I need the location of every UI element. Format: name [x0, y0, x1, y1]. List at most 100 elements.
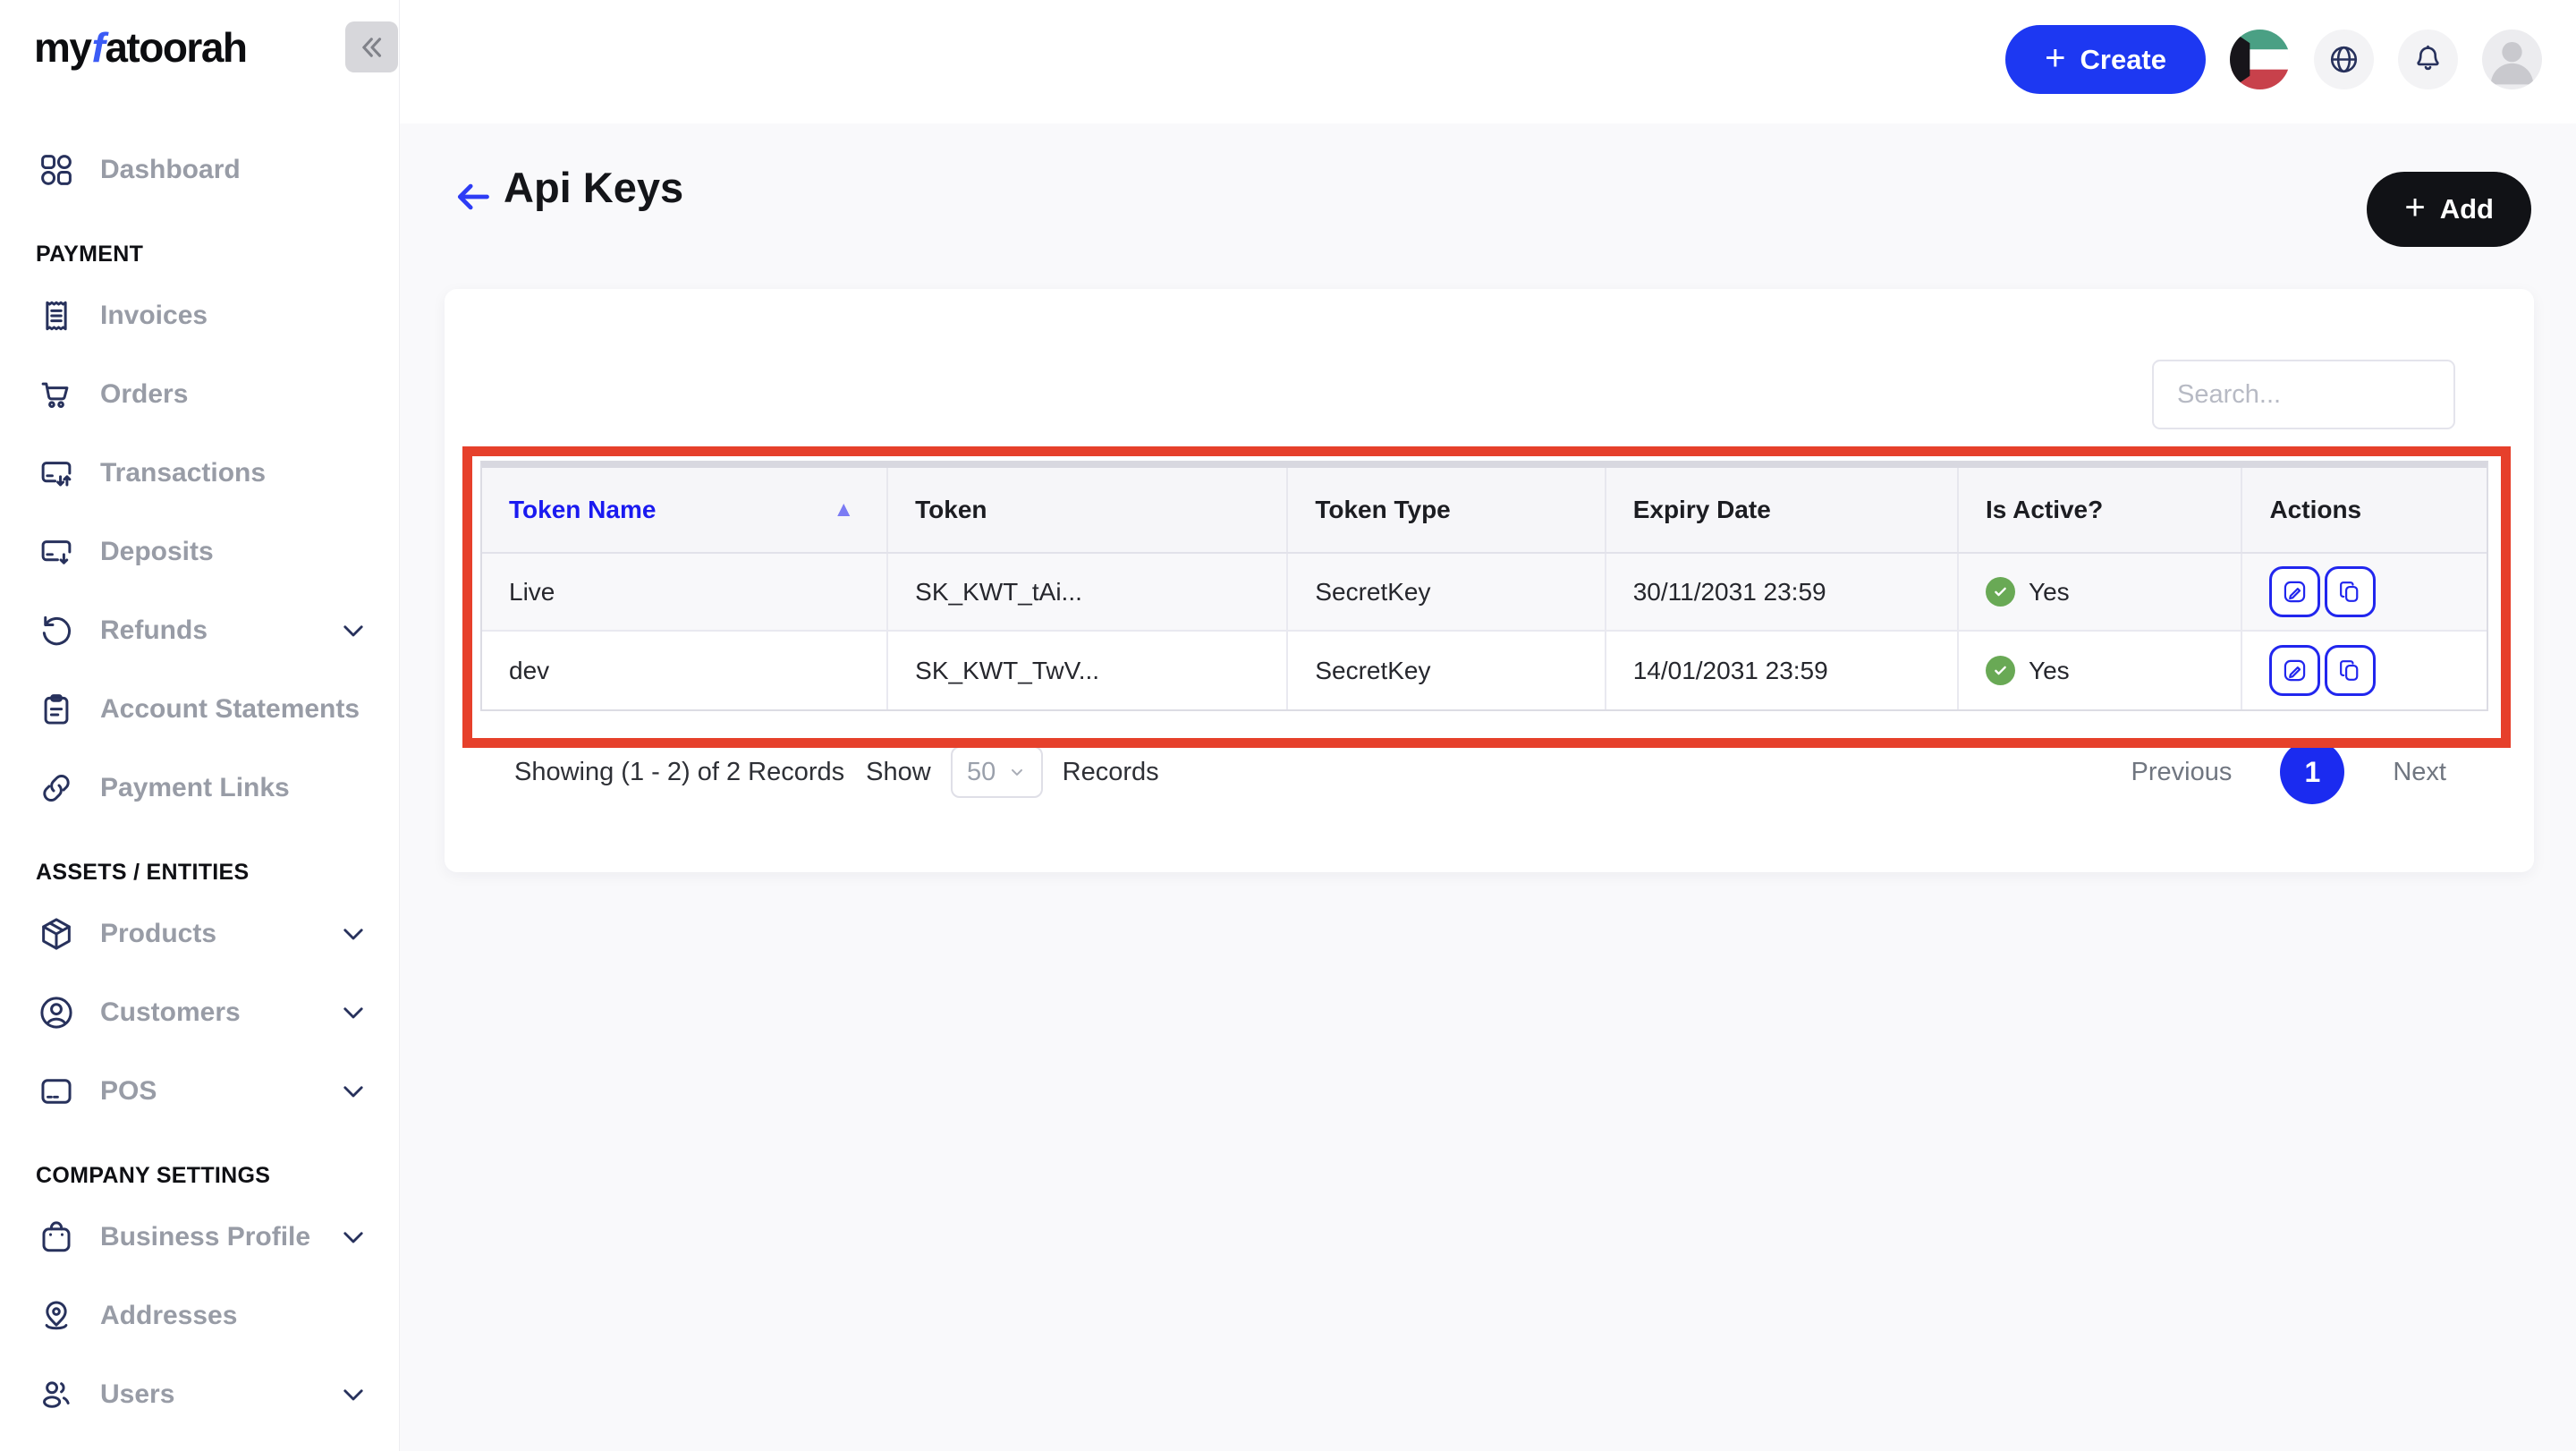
sidebar-item-label: Dashboard	[100, 155, 241, 184]
is-active-cell: Yes	[1959, 632, 2243, 709]
chevron-down-icon	[338, 615, 369, 646]
sidebar-item-business-profile[interactable]: Business Profile	[0, 1198, 399, 1277]
previous-page-button[interactable]: Previous	[2131, 758, 2233, 787]
page-size-value: 50	[967, 757, 996, 786]
sidebar-item-invoices[interactable]: Invoices	[0, 276, 399, 355]
column-header-label: Expiry Date	[1632, 496, 1771, 523]
users-icon	[38, 1376, 75, 1413]
column-header-is-active[interactable]: Is Active?	[1959, 468, 2243, 552]
chevron-down-icon	[338, 997, 369, 1028]
sidebar-item-orders[interactable]: Orders	[0, 355, 399, 434]
transactions-icon	[38, 454, 75, 492]
sidebar-item-label: POS	[100, 1076, 157, 1106]
table-header-row: Token Name ▲ Token Token Type Expiry Date Is …	[482, 468, 2487, 554]
table-row-dev: dev SK_KWT_TwV... SecretKey 14/01/2031 23:5…	[482, 632, 2487, 709]
copy-icon	[2336, 657, 2364, 684]
column-header-actions[interactable]: Actions	[2242, 468, 2487, 552]
token-cell: SK_KWT_TwV...	[888, 632, 1289, 709]
products-icon	[38, 915, 75, 953]
sidebar-section-payment: PAYMENT	[36, 242, 144, 267]
copy-button[interactable]	[2325, 566, 2377, 617]
sidebar-item-customers[interactable]: Customers	[0, 973, 399, 1052]
refunds-icon	[38, 612, 75, 649]
addresses-icon	[38, 1297, 75, 1335]
sidebar-collapse-button[interactable]	[345, 21, 398, 72]
sidebar-item-transactions[interactable]: Transactions	[0, 434, 399, 513]
kuwait-flag-icon	[2230, 30, 2290, 89]
copy-button[interactable]	[2325, 645, 2377, 696]
topbar: + Create	[400, 0, 2576, 123]
chevron-down-icon	[1008, 763, 1026, 781]
sidebar-item-products[interactable]: Products	[0, 895, 399, 973]
edit-button[interactable]	[2269, 566, 2321, 617]
bell-icon	[2411, 43, 2445, 76]
sidebar-section-assets-entities: ASSETS / ENTITIES	[36, 860, 250, 885]
sort-ascending-icon: ▲	[833, 497, 855, 522]
api-keys-table: Token Name ▲ Token Token Type Expiry Date Is …	[480, 461, 2488, 711]
column-header-label: Is Active?	[1986, 496, 2104, 523]
add-button[interactable]: + Add	[2367, 172, 2531, 247]
edit-button[interactable]	[2269, 645, 2321, 696]
brand-logo: myfatoorah	[34, 23, 248, 72]
next-page-button[interactable]: Next	[2393, 758, 2446, 787]
notifications-button[interactable]	[2398, 30, 2458, 89]
sidebar-item-label: Customers	[100, 997, 241, 1027]
column-header-token[interactable]: Token	[888, 468, 1289, 552]
sidebar-item-dashboard[interactable]: Dashboard	[0, 131, 399, 209]
profile-avatar-button[interactable]	[2482, 30, 2542, 89]
sidebar-item-label: Business Profile	[100, 1222, 311, 1252]
sidebar-item-refunds[interactable]: Refunds	[0, 591, 399, 670]
pos-icon	[38, 1073, 75, 1110]
chevron-down-icon	[338, 1379, 369, 1410]
main-content: Api Keys + Add Token Name ▲ Token Token Typ…	[400, 123, 2576, 1451]
avatar-icon	[2482, 30, 2542, 89]
globe-icon	[2327, 43, 2360, 76]
active-check-icon	[1986, 577, 2015, 607]
create-button[interactable]: + Create	[2005, 25, 2206, 94]
is-active-cell: Yes	[1959, 554, 2243, 630]
double-chevron-left-icon	[357, 32, 387, 63]
column-header-label: Token	[915, 496, 987, 523]
column-header-label: Token Name	[509, 496, 657, 523]
logo-text-my: my	[34, 24, 92, 71]
sidebar-item-label: Deposits	[100, 537, 214, 566]
sidebar-item-account-statements[interactable]: Account Statements	[0, 670, 399, 749]
language-flag-button[interactable]	[2230, 30, 2290, 89]
logo-f-glyph: f	[91, 24, 105, 71]
back-button[interactable]	[452, 177, 493, 216]
column-header-token-type[interactable]: Token Type	[1288, 468, 1606, 552]
sidebar-item-deposits[interactable]: Deposits	[0, 513, 399, 591]
sidebar-item-users[interactable]: Users	[0, 1355, 399, 1434]
sidebar-item-label: Products	[100, 919, 217, 948]
business-profile-icon	[38, 1218, 75, 1256]
sidebar-item-label: Account Statements	[100, 694, 360, 724]
create-button-label: Create	[2080, 43, 2167, 75]
chevron-down-icon	[338, 919, 369, 949]
edit-icon	[2281, 657, 2309, 684]
current-page-button[interactable]: 1	[2280, 740, 2345, 804]
token-type-cell: SecretKey	[1288, 632, 1606, 709]
account-statements-icon	[38, 691, 75, 728]
dashboard-icon	[38, 151, 75, 189]
deposits-icon	[38, 533, 75, 571]
search-input[interactable]	[2152, 360, 2455, 429]
records-summary: Showing (1 - 2) of 2 Records	[514, 757, 845, 786]
expiry-date-cell: 14/01/2031 23:59	[1606, 632, 1959, 709]
plus-icon: +	[2404, 188, 2426, 227]
page-size-select[interactable]: 50	[950, 746, 1043, 798]
orders-icon	[38, 376, 75, 413]
sidebar-item-payment-links[interactable]: Payment Links	[0, 749, 399, 827]
api-keys-card: Token Name ▲ Token Token Type Expiry Date Is …	[445, 289, 2534, 872]
chevron-down-icon	[338, 1222, 369, 1252]
token-name-cell: Live	[482, 554, 889, 630]
sidebar-item-addresses[interactable]: Addresses	[0, 1277, 399, 1355]
sidebar-item-pos[interactable]: POS	[0, 1052, 399, 1131]
page-title: Api Keys	[504, 164, 684, 211]
sidebar-section-company-settings: COMPANY SETTINGS	[36, 1163, 271, 1188]
column-header-token-name[interactable]: Token Name ▲	[482, 468, 889, 552]
actions-cell	[2242, 554, 2487, 630]
globe-button[interactable]	[2314, 30, 2374, 89]
token-type-cell: SecretKey	[1288, 554, 1606, 630]
plus-icon: +	[2045, 38, 2066, 78]
column-header-expiry-date[interactable]: Expiry Date	[1606, 468, 1959, 552]
